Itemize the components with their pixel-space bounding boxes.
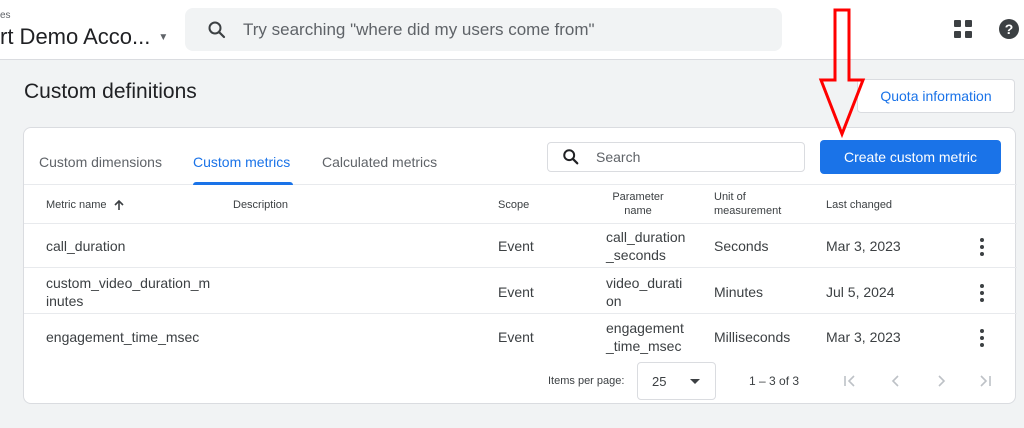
items-per-page-label: Items per page: (548, 375, 625, 387)
header-divider (24, 223, 1017, 224)
unit-cell: Milliseconds (714, 329, 791, 345)
table-search-input[interactable]: Search (547, 142, 805, 172)
parameter-header-line1: Parameter (612, 191, 664, 203)
help-icon[interactable]: ? (999, 19, 1019, 39)
metric-name-line2: inutes (46, 293, 84, 309)
parameter-cell-line1: call_duration (606, 229, 686, 245)
more-options-icon[interactable] (980, 329, 984, 347)
metric-name-header-label: Metric name (46, 199, 107, 211)
metric-name-line1: custom_video_duration_m (46, 275, 211, 291)
unit-header-line1: Unit of (714, 191, 746, 203)
metric-name-cell: engagement_time_msec (46, 329, 200, 345)
metric-name-cell: custom_video_duration_m inutes (46, 274, 210, 310)
parameter-cell: call_duration _seconds (606, 228, 685, 264)
table-search-placeholder: Search (596, 149, 641, 165)
global-search-bar[interactable]: Try searching "where did my users come f… (185, 8, 782, 51)
active-tab-indicator (193, 182, 293, 185)
tab-calculated-metrics[interactable]: Calculated metrics (322, 154, 437, 170)
more-options-icon[interactable] (980, 284, 984, 302)
arrow-up-icon (113, 199, 124, 210)
create-custom-metric-button[interactable]: Create custom metric (820, 140, 1001, 174)
previous-page-icon[interactable] (888, 373, 904, 389)
parameter-header-line2: name (624, 205, 652, 217)
dropdown-arrow-icon (690, 379, 700, 384)
unit-header-line2: measurement (714, 205, 782, 217)
parameter-cell-line2: _seconds (606, 247, 666, 263)
scope-cell: Event (498, 238, 534, 254)
items-per-page-select[interactable]: 25 (637, 362, 716, 400)
search-icon (208, 21, 226, 38)
quota-information-button[interactable]: Quota information (857, 79, 1015, 113)
account-selector[interactable]: rt Demo Acco... ▼ (0, 24, 168, 50)
parameter-cell: engagement _time_msec (606, 319, 684, 355)
parameter-cell-line1: video_durati (606, 275, 683, 291)
first-page-icon[interactable] (842, 373, 858, 389)
column-header-scope[interactable]: Scope (498, 198, 529, 212)
parameter-cell-line2: on (606, 293, 622, 309)
tab-bar: Custom dimensions Custom metrics Calcula… (24, 128, 1017, 185)
metric-name-cell: call_duration (46, 238, 126, 254)
account-name: rt Demo Acco... (0, 24, 151, 49)
column-header-description[interactable]: Description (233, 198, 288, 212)
search-icon (563, 149, 579, 165)
next-page-icon[interactable] (933, 373, 949, 389)
apps-grid-icon[interactable] (954, 20, 972, 38)
pagination-range: 1 – 3 of 3 (749, 374, 800, 388)
annotation-arrow-icon (818, 8, 866, 138)
tab-custom-dimensions[interactable]: Custom dimensions (39, 154, 162, 170)
column-header-unit[interactable]: Unit of measurement (714, 190, 781, 218)
row-divider (24, 267, 1017, 268)
last-changed-cell: Jul 5, 2024 (826, 284, 895, 300)
parameter-cell-line1: engagement (606, 320, 684, 336)
unit-cell: Seconds (714, 238, 769, 254)
column-header-parameter-name[interactable]: Parameter name (600, 190, 676, 218)
column-header-last-changed[interactable]: Last changed (826, 198, 892, 212)
items-per-page-value: 25 (652, 374, 667, 389)
scope-cell: Event (498, 284, 534, 300)
last-changed-cell: Mar 3, 2023 (826, 329, 901, 345)
parameter-cell-line2: _time_msec (606, 338, 682, 354)
parameter-cell: video_durati on (606, 274, 682, 310)
top-bar: es rt Demo Acco... ▼ Try searching "wher… (0, 0, 1024, 60)
global-search-placeholder: Try searching "where did my users come f… (243, 19, 595, 39)
caret-down-icon: ▼ (158, 31, 169, 43)
unit-cell: Minutes (714, 284, 764, 300)
last-page-icon[interactable] (977, 373, 993, 389)
last-changed-cell: Mar 3, 2023 (826, 238, 901, 254)
more-options-icon[interactable] (980, 238, 984, 256)
column-header-metric-name[interactable]: Metric name (46, 198, 125, 212)
page-title: Custom definitions (24, 80, 197, 103)
tab-custom-metrics[interactable]: Custom metrics (193, 154, 290, 170)
scope-cell: Event (498, 329, 534, 345)
row-divider (24, 313, 1017, 314)
breadcrumb[interactable]: es (0, 10, 11, 21)
custom-definitions-card: Custom dimensions Custom metrics Calcula… (23, 127, 1017, 404)
